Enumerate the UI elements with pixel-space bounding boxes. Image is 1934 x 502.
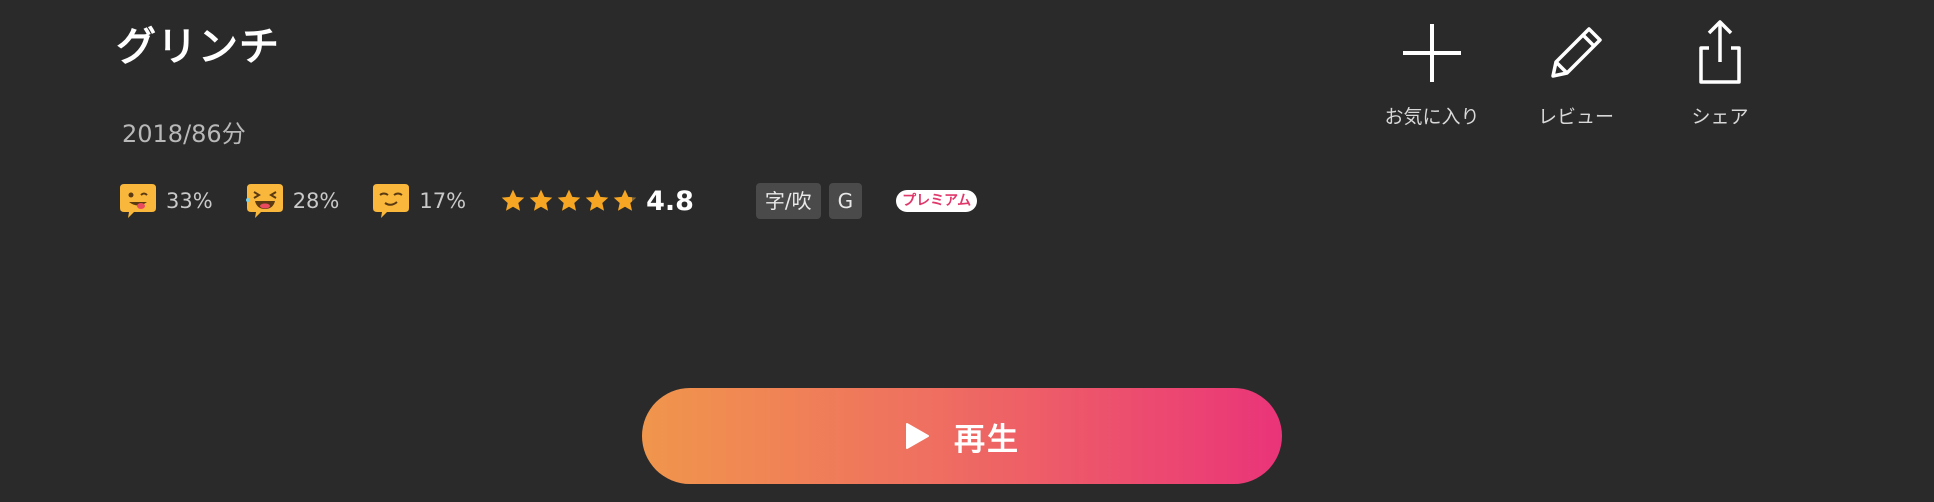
favorite-button[interactable]: お気に入り [1360, 18, 1504, 129]
reaction-smug[interactable]: 17% [369, 182, 466, 220]
reaction-wink[interactable]: 33% [116, 182, 213, 220]
reaction-laugh[interactable]: 28% [243, 182, 340, 220]
play-button[interactable]: 再生 [642, 388, 1282, 484]
title-detail-page: グリンチ 2018/86分 33% 28% 17% 4.8 字/吹 G プレミア… [0, 0, 1934, 502]
share-icon [1699, 20, 1741, 84]
review-label: レビュー [1537, 106, 1614, 128]
share-button[interactable]: シェア [1648, 18, 1792, 129]
play-label: 再生 [954, 421, 1020, 458]
reaction-percent: 28% [292, 189, 340, 213]
plus-icon [1403, 24, 1461, 82]
star-rating [500, 188, 640, 214]
star-icon [529, 189, 553, 211]
age-rating-badge: G [828, 183, 863, 219]
wink-tongue-emoji-icon [120, 184, 156, 218]
favorite-label: お気に入り [1384, 106, 1480, 128]
smug-emoji-icon [373, 184, 410, 218]
reaction-percent: 33% [166, 189, 213, 213]
play-icon [906, 423, 929, 449]
reaction-percent: 17% [419, 189, 467, 213]
review-button[interactable]: レビュー [1504, 18, 1648, 129]
pencil-icon [1551, 27, 1602, 78]
page-title: グリンチ [116, 24, 280, 70]
premium-badge: プレミアム [896, 190, 978, 212]
star-icon [585, 189, 609, 211]
info-row: 33% 28% 17% 4.8 字/吹 G プレミアム [116, 178, 978, 224]
action-bar: お気に入り レビュー シェア [1360, 18, 1792, 129]
star-icon [613, 189, 637, 211]
subtitle-dub-badge: 字/吹 [755, 183, 821, 219]
share-label: シェア [1691, 106, 1749, 128]
star-icon [501, 189, 525, 211]
star-icon [557, 189, 581, 211]
rating-value: 4.8 [646, 185, 694, 217]
laughing-emoji-icon [245, 184, 283, 218]
release-info: 2018/86分 [122, 120, 246, 148]
